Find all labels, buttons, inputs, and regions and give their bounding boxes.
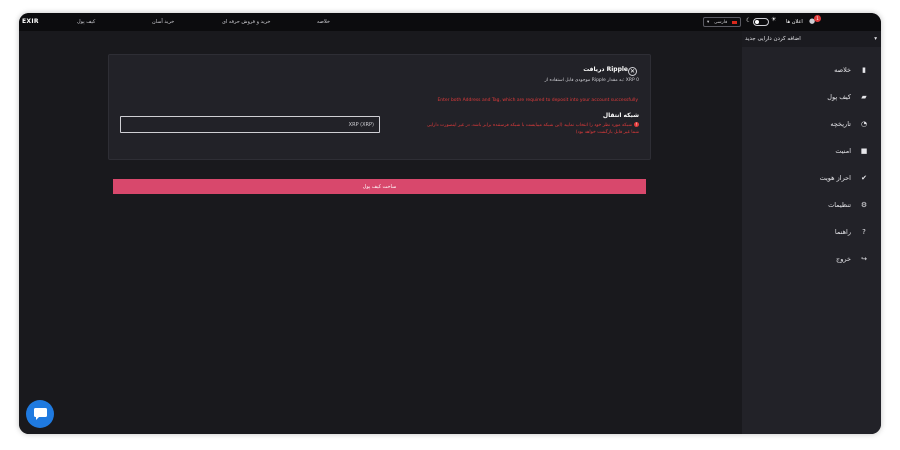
language-select[interactable]: ▾ فارسی: [703, 17, 741, 27]
notification-badge: 1: [814, 15, 821, 22]
app-window: EXIR خلاصه خرید و فروش حرفه ای خرید آسان…: [19, 13, 881, 434]
sidebar-item-summary[interactable]: خلاصه ▮: [834, 64, 869, 76]
sidebar-item-label: تاریخچه: [830, 120, 851, 128]
lock-icon: ■: [860, 147, 868, 155]
network-select[interactable]: XRP (XRP): [120, 116, 380, 133]
top-nav-wallet[interactable]: کیف پول: [77, 19, 95, 25]
help-icon: ?: [862, 228, 866, 236]
address-tag-error: Enter both Address and Tag, which are re…: [437, 98, 638, 103]
sidebar-item-label: خلاصه: [834, 66, 851, 74]
sidebar-item-label: کیف پول: [827, 93, 851, 101]
network-label: شبکه انتقال: [602, 112, 639, 119]
network-warning: !شبکه مورد نظر خود را انتخاب نمایید (این…: [419, 122, 639, 136]
sidebar-item-settings[interactable]: تنظیمات ⚙: [828, 199, 869, 211]
top-nav-pro-trade[interactable]: خرید و فروش حرفه ای: [222, 19, 271, 25]
sidebar-item-wallet[interactable]: کیف پول ▰: [827, 91, 869, 103]
add-asset-label: اضافه کردن دارایی جدید: [745, 36, 801, 42]
sidebar-item-label: احراز هویت: [819, 174, 851, 182]
sidebar-item-help[interactable]: راهنما ?: [835, 226, 869, 238]
caret-down-icon: ▾: [874, 36, 877, 42]
chat-bubble-icon: [33, 408, 47, 420]
sidebar-item-label: تنظیمات: [828, 201, 851, 209]
sidebar-item-history[interactable]: تاریخچه ◔: [830, 118, 869, 130]
deposit-card: دریافت Ripple ✕ موجودی قابل استفاده از R…: [108, 54, 651, 160]
history-icon: ◔: [860, 120, 868, 128]
add-asset-select[interactable]: اضافه کردن دارایی جدید ▾: [742, 31, 881, 47]
sidebar: اضافه کردن دارایی جدید ▾ خلاصه ▮ کیف پول…: [742, 31, 881, 434]
moon-icon: ☾: [746, 17, 752, 24]
sun-icon: ☀: [771, 16, 777, 23]
sidebar-item-verification[interactable]: احراز هویت ✔: [820, 172, 869, 184]
language-label: فارسی: [714, 19, 728, 25]
warning-icon: !: [634, 122, 639, 127]
top-bar: EXIR خلاصه خرید و فروش حرفه ای خرید آسان…: [19, 13, 881, 31]
sidebar-item-label: خروج: [836, 255, 851, 263]
flag-icon: [731, 20, 737, 24]
sidebar-item-security[interactable]: امنیت ■: [835, 145, 869, 157]
sidebar-item-logout[interactable]: خروج ↪: [836, 253, 869, 265]
top-nav-easy-buy[interactable]: خرید آسان: [152, 19, 174, 25]
main-content: دریافت Ripple ✕ موجودی قابل استفاده از R…: [19, 31, 742, 434]
theme-toggle[interactable]: [753, 18, 769, 26]
logout-icon: ↪: [861, 255, 867, 263]
available-balance: موجودی قابل استفاده از Ripple به مقدار: …: [544, 78, 639, 83]
top-nav-summary[interactable]: خلاصه: [317, 19, 330, 25]
network-warning-text: شبکه مورد نظر خود را انتخاب نمایید (این …: [426, 123, 639, 135]
wallet-icon: ▰: [861, 93, 867, 101]
chevron-down-icon: ▾: [707, 19, 710, 25]
deposit-title: دریافت Ripple: [583, 66, 628, 73]
chart-icon: ▮: [862, 66, 866, 74]
gear-icon: ⚙: [860, 201, 868, 209]
sidebar-item-label: راهنما: [834, 228, 851, 236]
logo[interactable]: EXIR: [22, 18, 39, 25]
verified-icon: ✔: [861, 174, 867, 182]
chat-button[interactable]: [26, 400, 54, 428]
sidebar-item-label: امنیت: [835, 147, 851, 155]
create-wallet-button[interactable]: ساخت کیف پول: [113, 179, 646, 194]
notifications-label[interactable]: اعلان ها: [786, 19, 803, 25]
close-icon[interactable]: ✕: [628, 67, 637, 76]
